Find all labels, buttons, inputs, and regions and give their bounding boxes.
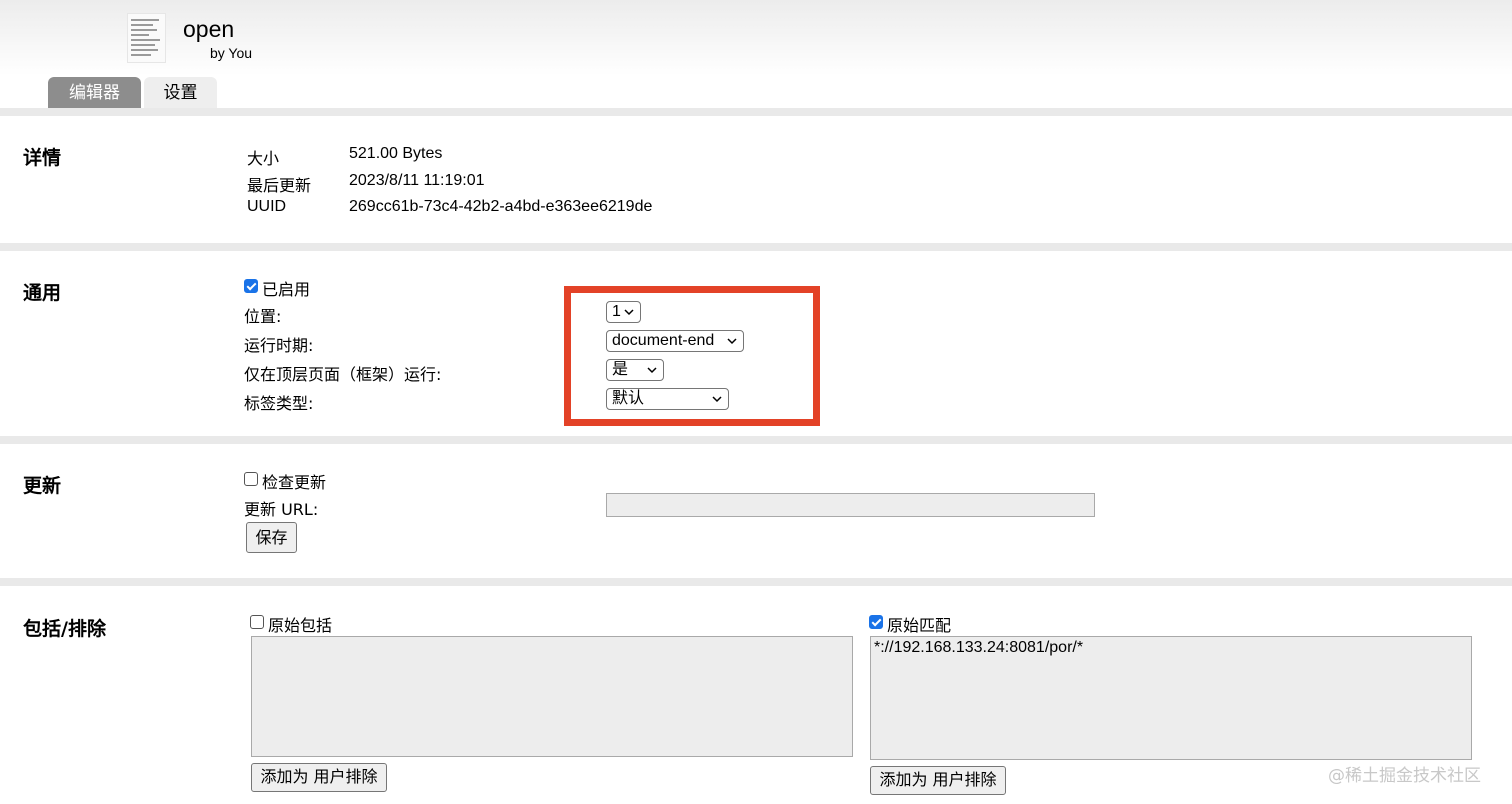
script-header: open by You xyxy=(0,0,1512,108)
run-at-label: 运行时期: xyxy=(244,336,314,355)
highlight-box xyxy=(564,286,820,426)
original-include-checkbox[interactable] xyxy=(250,615,264,629)
include-textarea[interactable] xyxy=(251,636,853,757)
check-update-checkbox[interactable] xyxy=(244,472,258,486)
script-file-icon xyxy=(127,13,166,63)
divider xyxy=(0,436,1512,444)
update-url-input[interactable] xyxy=(606,493,1095,517)
add-user-exclude-button[interactable]: 添加为 用户排除 xyxy=(251,763,387,792)
update-url-label: 更新 URL: xyxy=(244,500,319,519)
script-author: by You xyxy=(210,45,253,61)
original-match-label: 原始匹配 xyxy=(887,616,952,635)
uuid-value: 269cc61b-73c4-42b2-a4bd-e363ee6219de xyxy=(349,198,653,215)
match-textarea[interactable]: *://192.168.133.24:8081/por/* xyxy=(870,636,1472,760)
last-updated-label: 最后更新 xyxy=(247,176,312,195)
original-include-label: 原始包括 xyxy=(268,616,333,635)
save-button[interactable]: 保存 xyxy=(246,522,297,553)
section-title-update: 更新 xyxy=(23,475,62,497)
uuid-label: UUID xyxy=(247,198,287,215)
add-user-exclude-button[interactable]: 添加为 用户排除 xyxy=(870,766,1006,795)
check-update-label: 检查更新 xyxy=(262,473,327,492)
top-frame-only-label: 仅在顶层页面（框架）运行: xyxy=(244,365,442,384)
section-title-general: 通用 xyxy=(23,282,62,304)
position-label: 位置: xyxy=(244,307,282,326)
section-title-include-exclude: 包括/排除 xyxy=(23,618,106,640)
divider xyxy=(0,578,1512,586)
last-updated-value: 2023/8/11 11:19:01 xyxy=(349,172,485,189)
divider xyxy=(0,243,1512,251)
size-value: 521.00 Bytes xyxy=(349,145,443,162)
original-match-checkbox[interactable] xyxy=(869,615,883,629)
tab-type-label: 标签类型: xyxy=(244,394,314,413)
tab-editor[interactable]: 编辑器 xyxy=(48,77,141,108)
section-title-details: 详情 xyxy=(23,147,62,169)
enabled-label: 已启用 xyxy=(262,280,311,299)
script-title: open xyxy=(183,16,235,42)
size-label: 大小 xyxy=(247,149,280,168)
tab-settings[interactable]: 设置 xyxy=(144,77,217,108)
divider xyxy=(0,108,1512,116)
watermark: @稀土掘金技术社区 xyxy=(1328,766,1481,786)
enabled-checkbox[interactable] xyxy=(244,279,258,293)
